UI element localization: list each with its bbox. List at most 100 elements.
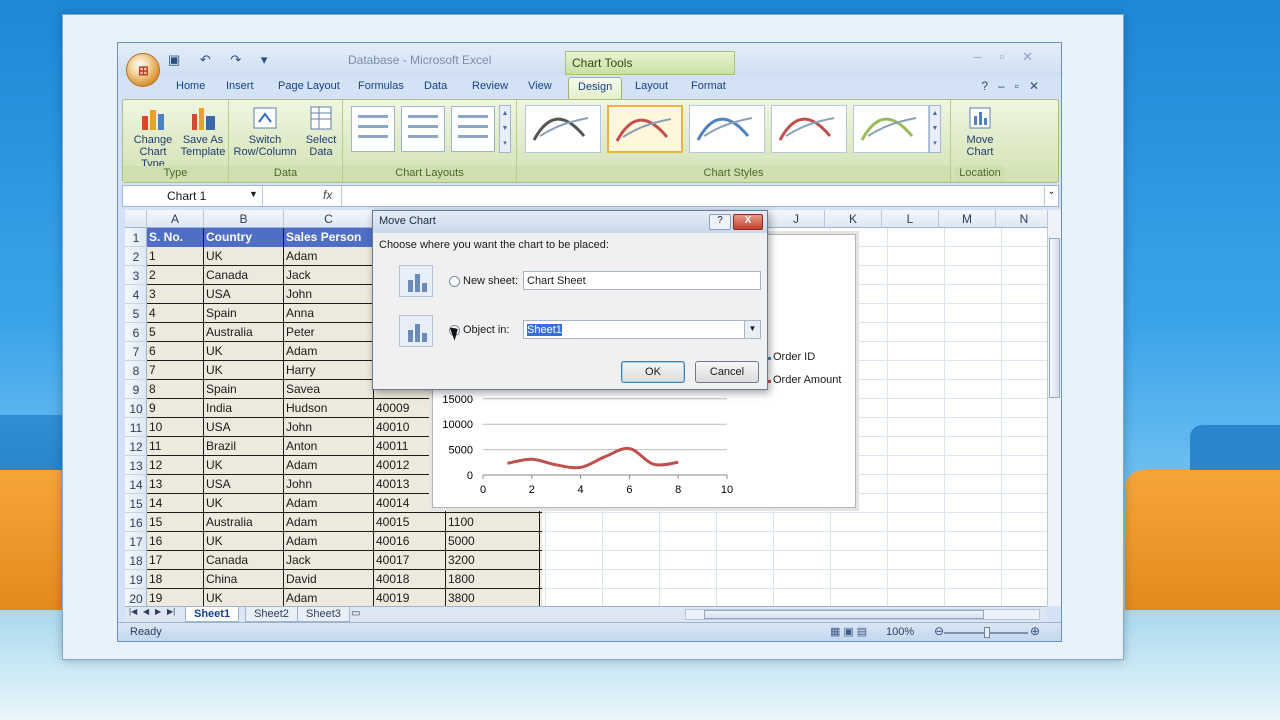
table-cell[interactable]: John (284, 475, 374, 494)
move-chart-button[interactable]: Move Chart (959, 104, 1001, 158)
table-cell[interactable]: 40017 (374, 551, 446, 570)
table-cell[interactable]: Adam (284, 589, 374, 606)
ok-button[interactable]: OK (621, 361, 685, 383)
column-header-L[interactable]: L (882, 210, 939, 228)
next-sheet-icon[interactable]: ▶ (155, 607, 161, 616)
column-header-A[interactable]: A (147, 210, 204, 228)
chart-style-4[interactable] (771, 105, 847, 153)
chart-layout-2[interactable] (401, 106, 445, 152)
first-sheet-icon[interactable]: |◀ (129, 607, 137, 616)
horizontal-scrollbar[interactable] (685, 609, 1040, 620)
table-cell[interactable]: 9 (147, 399, 204, 418)
table-row[interactable]: 17 Canada Jack 40017 3200 (147, 551, 542, 570)
table-cell[interactable]: 4 (147, 304, 204, 323)
chart-style-5[interactable] (853, 105, 929, 153)
table-cell[interactable]: Peter (284, 323, 374, 342)
table-cell[interactable]: 3 (147, 285, 204, 304)
chart-layouts-scroll[interactable]: ▲ ▼ ▾ (499, 105, 511, 153)
table-cell[interactable]: 14 (147, 494, 204, 513)
row-header-6[interactable]: 6 (125, 323, 147, 342)
tab-format[interactable]: Format (691, 80, 726, 92)
name-box[interactable]: Chart 1 (123, 186, 263, 206)
table-cell[interactable]: Jack (284, 551, 374, 570)
row-header-20[interactable]: 20 (125, 589, 147, 606)
tab-page-layout[interactable]: Page Layout (278, 80, 340, 92)
column-header-M[interactable]: M (939, 210, 996, 228)
row-header-19[interactable]: 19 (125, 570, 147, 589)
expand-formula-icon[interactable]: ⌄ (1044, 186, 1058, 206)
table-cell[interactable]: 40015 (374, 513, 446, 532)
row-header-1[interactable]: 1 (125, 228, 147, 247)
office-button[interactable]: ⊞ (126, 53, 160, 87)
table-cell[interactable]: 18 (147, 570, 204, 589)
table-cell[interactable]: Brazil (204, 437, 284, 456)
tab-home[interactable]: Home (176, 80, 205, 92)
column-header-K[interactable]: K (825, 210, 882, 228)
row-header-8[interactable]: 8 (125, 361, 147, 380)
sheet-tab-sheet2[interactable]: Sheet2 (245, 607, 298, 622)
quick-access-toolbar[interactable]: ▣ ↶ ↷ ▾ (168, 52, 275, 68)
table-cell[interactable]: 3800 (446, 589, 540, 606)
table-cell[interactable]: 8 (147, 380, 204, 399)
row-header-18[interactable]: 18 (125, 551, 147, 570)
zoom-in-icon[interactable]: ⊕ (1030, 624, 1040, 638)
table-cell[interactable]: UK (204, 494, 284, 513)
chart-layout-1[interactable] (351, 106, 395, 152)
table-cell[interactable]: Australia (204, 323, 284, 342)
table-cell[interactable]: 7 (147, 361, 204, 380)
last-sheet-icon[interactable]: ▶| (167, 607, 175, 616)
zoom-slider[interactable]: ⊖ ⊕ (934, 624, 1040, 640)
table-cell[interactable]: India (204, 399, 284, 418)
table-cell[interactable]: 19 (147, 589, 204, 606)
table-cell[interactable]: 17 (147, 551, 204, 570)
table-row[interactable]: 15 Australia Adam 40015 1100 (147, 513, 542, 532)
switch-row-column-button[interactable]: Switch Row/Column (233, 104, 297, 158)
new-sheet-input[interactable]: Chart Sheet (523, 271, 761, 290)
tab-view[interactable]: View (528, 80, 552, 92)
chart-style-2[interactable] (607, 105, 683, 153)
table-cell[interactable]: Jack (284, 266, 374, 285)
table-row[interactable]: 16 UK Adam 40016 5000 (147, 532, 542, 551)
row-header-15[interactable]: 15 (125, 494, 147, 513)
zoom-out-icon[interactable]: ⊖ (934, 624, 944, 638)
fx-icon[interactable]: fx (271, 188, 339, 204)
sheet-tab-sheet3[interactable]: Sheet3 (297, 607, 350, 622)
table-cell[interactable]: 40018 (374, 570, 446, 589)
table-cell[interactable]: Canada (204, 266, 284, 285)
table-cell[interactable]: Adam (284, 494, 374, 513)
tab-insert[interactable]: Insert (226, 80, 254, 92)
view-buttons[interactable]: ▦▣▤ (830, 625, 870, 638)
table-cell[interactable]: China (204, 570, 284, 589)
table-cell[interactable]: Anna (284, 304, 374, 323)
tab-design[interactable]: Design (568, 77, 623, 99)
table-cell[interactable]: Savea (284, 380, 374, 399)
row-header-16[interactable]: 16 (125, 513, 147, 532)
table-cell[interactable]: 16 (147, 532, 204, 551)
column-header-C[interactable]: C (284, 210, 374, 228)
select-all-corner[interactable] (125, 210, 147, 228)
table-cell[interactable]: Spain (204, 304, 284, 323)
tab-data[interactable]: Data (424, 80, 447, 92)
ribbon-help-controls[interactable]: ?–▫✕ (981, 79, 1049, 93)
row-header-14[interactable]: 14 (125, 475, 147, 494)
table-cell[interactable]: USA (204, 475, 284, 494)
table-cell[interactable]: USA (204, 418, 284, 437)
tab-formulas[interactable]: Formulas (358, 80, 404, 92)
tab-review[interactable]: Review (472, 80, 508, 92)
column-header-J[interactable]: J (768, 210, 825, 228)
row-header-2[interactable]: 2 (125, 247, 147, 266)
chart-styles-scroll[interactable]: ▲ ▼ ▾ (929, 105, 941, 153)
new-sheet-radio[interactable] (449, 276, 460, 287)
row-header-13[interactable]: 13 (125, 456, 147, 475)
table-cell[interactable]: Hudson (284, 399, 374, 418)
table-cell[interactable]: 11 (147, 437, 204, 456)
insert-sheet-icon[interactable]: ▭ (351, 608, 360, 619)
table-cell[interactable]: Australia (204, 513, 284, 532)
chart-layout-3[interactable] (451, 106, 495, 152)
table-cell[interactable]: USA (204, 285, 284, 304)
table-row[interactable]: 18 China David 40018 1800 (147, 570, 542, 589)
zoom-level[interactable]: 100% (886, 626, 914, 638)
table-cell[interactable]: 13 (147, 475, 204, 494)
vertical-scrollbar[interactable] (1047, 210, 1061, 606)
name-box-dropdown-icon[interactable]: ▼ (249, 189, 258, 199)
